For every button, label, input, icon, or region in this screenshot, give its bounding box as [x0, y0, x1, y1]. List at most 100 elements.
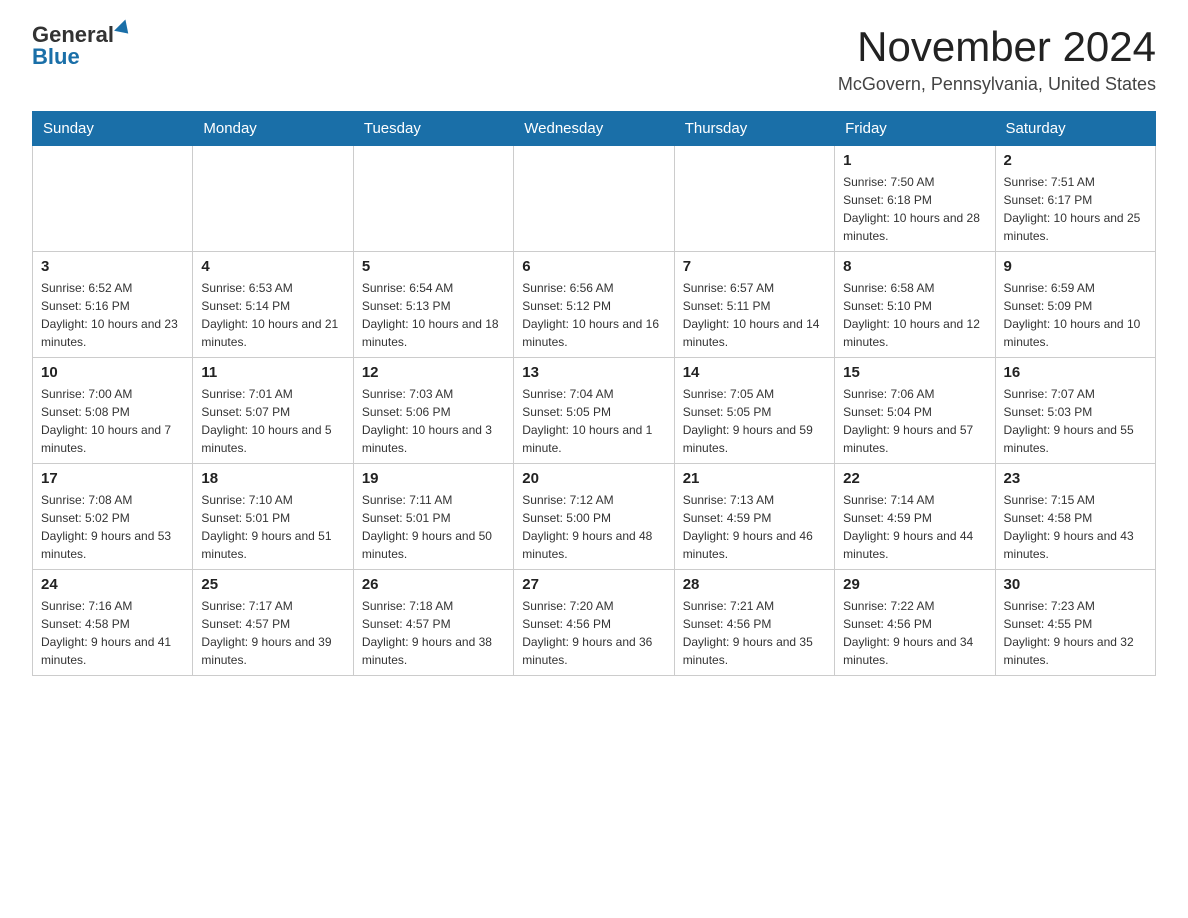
day-number: 6 — [522, 258, 665, 275]
day-of-week-header: Tuesday — [353, 112, 513, 146]
day-of-week-header: Friday — [835, 112, 995, 146]
day-number: 18 — [201, 470, 344, 487]
day-number: 1 — [843, 152, 986, 169]
title-section: November 2024 McGovern, Pennsylvania, Un… — [838, 24, 1156, 95]
calendar-day-cell: 26Sunrise: 7:18 AM Sunset: 4:57 PM Dayli… — [353, 570, 513, 676]
day-info: Sunrise: 6:56 AM Sunset: 5:12 PM Dayligh… — [522, 279, 665, 351]
day-info: Sunrise: 7:08 AM Sunset: 5:02 PM Dayligh… — [41, 491, 184, 563]
calendar-header-row: SundayMondayTuesdayWednesdayThursdayFrid… — [33, 112, 1156, 146]
calendar-day-cell: 8 Sunrise: 6:58 AM Sunset: 5:10 PM Daylig… — [835, 252, 995, 358]
calendar-day-cell: 18 Sunrise: 7:10 AM Sunset: 5:01 PM Dayli… — [193, 464, 353, 570]
day-number: 16 — [1004, 364, 1147, 381]
day-number: 9 — [1004, 258, 1147, 275]
day-number: 14 — [683, 364, 826, 381]
day-number: 27 — [522, 576, 665, 593]
day-info: Sunrise: 7:22 AM Sunset: 4:56 PM Dayligh… — [843, 597, 986, 669]
day-of-week-header: Thursday — [674, 112, 834, 146]
day-info: Sunrise: 7:07 AM Sunset: 5:03 PM Dayligh… — [1004, 385, 1147, 457]
calendar-day-cell: 21Sunrise: 7:13 AM Sunset: 4:59 PM Dayli… — [674, 464, 834, 570]
day-info: Sunrise: 7:20 AM Sunset: 4:56 PM Dayligh… — [522, 597, 665, 669]
day-of-week-header: Monday — [193, 112, 353, 146]
day-info: Sunrise: 7:03 AM Sunset: 5:06 PM Dayligh… — [362, 385, 505, 457]
calendar-week-row: 1 Sunrise: 7:50 AM Sunset: 6:18 PM Daylig… — [33, 146, 1156, 252]
calendar-day-cell: 12 Sunrise: 7:03 AM Sunset: 5:06 PM Dayli… — [353, 358, 513, 464]
day-info: Sunrise: 6:54 AM Sunset: 5:13 PM Dayligh… — [362, 279, 505, 351]
day-info: Sunrise: 7:16 AM Sunset: 4:58 PM Dayligh… — [41, 597, 184, 669]
calendar-day-cell: 27 Sunrise: 7:20 AM Sunset: 4:56 PM Dayli… — [514, 570, 674, 676]
calendar-day-cell — [193, 146, 353, 252]
day-info: Sunrise: 7:05 AM Sunset: 5:05 PM Dayligh… — [683, 385, 826, 457]
day-info: Sunrise: 7:50 AM Sunset: 6:18 PM Dayligh… — [843, 173, 986, 245]
calendar-table: SundayMondayTuesdayWednesdayThursdayFrid… — [32, 111, 1156, 676]
day-info: Sunrise: 7:11 AM Sunset: 5:01 PM Dayligh… — [362, 491, 505, 563]
calendar-day-cell: 15Sunrise: 7:06 AM Sunset: 5:04 PM Dayli… — [835, 358, 995, 464]
calendar-day-cell: 19 Sunrise: 7:11 AM Sunset: 5:01 PM Dayli… — [353, 464, 513, 570]
calendar-day-cell: 7 Sunrise: 6:57 AM Sunset: 5:11 PM Daylig… — [674, 252, 834, 358]
day-number: 30 — [1004, 576, 1147, 593]
logo-general-text: General — [32, 24, 114, 46]
day-number: 24 — [41, 576, 184, 593]
calendar-day-cell: 17Sunrise: 7:08 AM Sunset: 5:02 PM Dayli… — [33, 464, 193, 570]
calendar-day-cell: 20Sunrise: 7:12 AM Sunset: 5:00 PM Dayli… — [514, 464, 674, 570]
day-info: Sunrise: 7:00 AM Sunset: 5:08 PM Dayligh… — [41, 385, 184, 457]
day-info: Sunrise: 7:06 AM Sunset: 5:04 PM Dayligh… — [843, 385, 986, 457]
calendar-day-cell: 9 Sunrise: 6:59 AM Sunset: 5:09 PM Daylig… — [995, 252, 1155, 358]
day-number: 28 — [683, 576, 826, 593]
calendar-day-cell: 13Sunrise: 7:04 AM Sunset: 5:05 PM Dayli… — [514, 358, 674, 464]
day-number: 10 — [41, 364, 184, 381]
day-info: Sunrise: 7:23 AM Sunset: 4:55 PM Dayligh… — [1004, 597, 1147, 669]
day-number: 29 — [843, 576, 986, 593]
day-number: 13 — [522, 364, 665, 381]
day-info: Sunrise: 7:15 AM Sunset: 4:58 PM Dayligh… — [1004, 491, 1147, 563]
day-info: Sunrise: 6:53 AM Sunset: 5:14 PM Dayligh… — [201, 279, 344, 351]
calendar-day-cell: 3 Sunrise: 6:52 AM Sunset: 5:16 PM Daylig… — [33, 252, 193, 358]
day-number: 19 — [362, 470, 505, 487]
day-number: 7 — [683, 258, 826, 275]
calendar-day-cell: 29 Sunrise: 7:22 AM Sunset: 4:56 PM Dayli… — [835, 570, 995, 676]
logo: General Blue — [32, 24, 132, 68]
calendar-week-row: 24 Sunrise: 7:16 AM Sunset: 4:58 PM Dayli… — [33, 570, 1156, 676]
logo-arrow-icon — [114, 19, 134, 39]
calendar-day-cell: 4 Sunrise: 6:53 AM Sunset: 5:14 PM Daylig… — [193, 252, 353, 358]
calendar-week-row: 3 Sunrise: 6:52 AM Sunset: 5:16 PM Daylig… — [33, 252, 1156, 358]
day-number: 12 — [362, 364, 505, 381]
calendar-day-cell: 16 Sunrise: 7:07 AM Sunset: 5:03 PM Dayli… — [995, 358, 1155, 464]
day-of-week-header: Wednesday — [514, 112, 674, 146]
calendar-day-cell: 28 Sunrise: 7:21 AM Sunset: 4:56 PM Dayli… — [674, 570, 834, 676]
day-number: 8 — [843, 258, 986, 275]
calendar-day-cell: 14 Sunrise: 7:05 AM Sunset: 5:05 PM Dayli… — [674, 358, 834, 464]
calendar-day-cell: 22 Sunrise: 7:14 AM Sunset: 4:59 PM Dayli… — [835, 464, 995, 570]
calendar-day-cell — [33, 146, 193, 252]
day-info: Sunrise: 6:58 AM Sunset: 5:10 PM Dayligh… — [843, 279, 986, 351]
day-of-week-header: Saturday — [995, 112, 1155, 146]
calendar-day-cell: 23Sunrise: 7:15 AM Sunset: 4:58 PM Dayli… — [995, 464, 1155, 570]
day-number: 21 — [683, 470, 826, 487]
day-of-week-header: Sunday — [33, 112, 193, 146]
day-info: Sunrise: 7:17 AM Sunset: 4:57 PM Dayligh… — [201, 597, 344, 669]
day-info: Sunrise: 7:21 AM Sunset: 4:56 PM Dayligh… — [683, 597, 826, 669]
day-info: Sunrise: 6:59 AM Sunset: 5:09 PM Dayligh… — [1004, 279, 1147, 351]
day-info: Sunrise: 6:57 AM Sunset: 5:11 PM Dayligh… — [683, 279, 826, 351]
day-number: 4 — [201, 258, 344, 275]
day-info: Sunrise: 6:52 AM Sunset: 5:16 PM Dayligh… — [41, 279, 184, 351]
calendar-day-cell: 11Sunrise: 7:01 AM Sunset: 5:07 PM Dayli… — [193, 358, 353, 464]
calendar-day-cell — [674, 146, 834, 252]
day-info: Sunrise: 7:14 AM Sunset: 4:59 PM Dayligh… — [843, 491, 986, 563]
day-number: 22 — [843, 470, 986, 487]
calendar-day-cell — [514, 146, 674, 252]
calendar-day-cell: 1 Sunrise: 7:50 AM Sunset: 6:18 PM Daylig… — [835, 146, 995, 252]
calendar-day-cell: 10 Sunrise: 7:00 AM Sunset: 5:08 PM Dayli… — [33, 358, 193, 464]
day-number: 2 — [1004, 152, 1147, 169]
calendar-day-cell: 24 Sunrise: 7:16 AM Sunset: 4:58 PM Dayli… — [33, 570, 193, 676]
day-info: Sunrise: 7:10 AM Sunset: 5:01 PM Dayligh… — [201, 491, 344, 563]
day-info: Sunrise: 7:18 AM Sunset: 4:57 PM Dayligh… — [362, 597, 505, 669]
day-info: Sunrise: 7:01 AM Sunset: 5:07 PM Dayligh… — [201, 385, 344, 457]
calendar-day-cell: 2 Sunrise: 7:51 AM Sunset: 6:17 PM Daylig… — [995, 146, 1155, 252]
calendar-day-cell: 25Sunrise: 7:17 AM Sunset: 4:57 PM Dayli… — [193, 570, 353, 676]
day-info: Sunrise: 7:51 AM Sunset: 6:17 PM Dayligh… — [1004, 173, 1147, 245]
day-number: 3 — [41, 258, 184, 275]
calendar-day-cell: 5Sunrise: 6:54 AM Sunset: 5:13 PM Daylig… — [353, 252, 513, 358]
page-header: General Blue November 2024 McGovern, Pen… — [32, 24, 1156, 95]
day-info: Sunrise: 7:12 AM Sunset: 5:00 PM Dayligh… — [522, 491, 665, 563]
logo-blue-text: Blue — [32, 46, 80, 68]
